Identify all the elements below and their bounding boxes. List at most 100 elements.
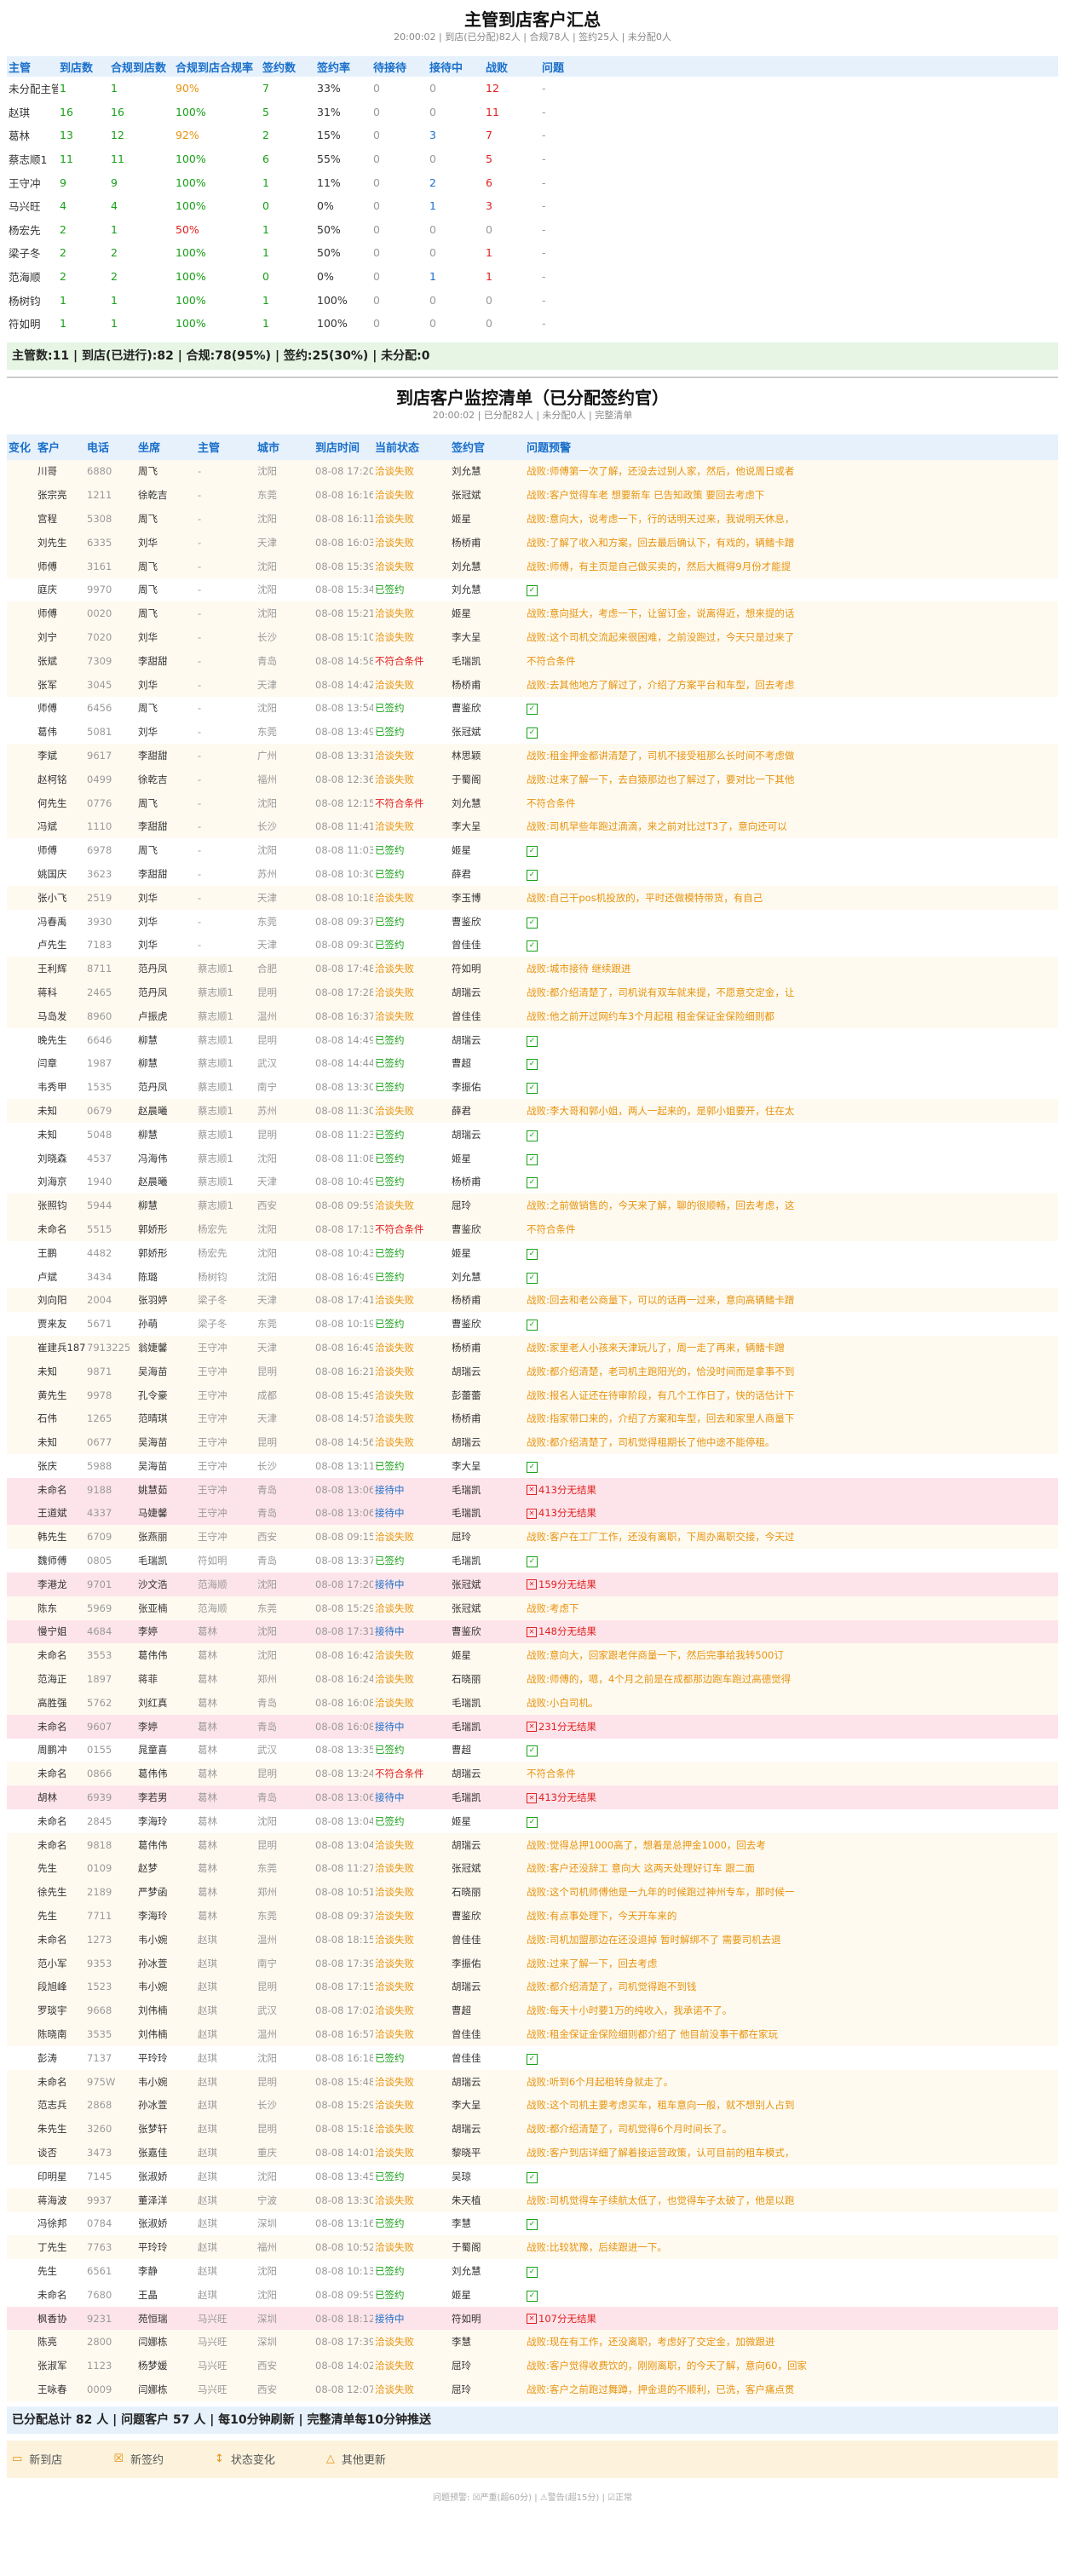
table-row[interactable]: 黄先生 9978 孔令豪 王守冲 成都 08-08 15:49 洽谈失败 彭蕾蕾 战败:报名人证… (7, 1383, 1058, 1407)
table-row[interactable]: 刘先生 6335 刘华 - 天津 08-08 16:03 洽谈失败 杨桥甫 战败:了解了收入和方… (7, 530, 1058, 555)
monitor-cell: 青岛 (257, 1791, 277, 1804)
table-row[interactable]: 范海正 1897 蒋菲 葛林 郑州 08-08 16:24 洽谈失败 石晓丽 战败:师傅的，嗯，… (7, 1667, 1058, 1691)
monitor-cell: 石伟 (37, 1412, 57, 1425)
table-row[interactable]: 蒋海波 9937 董泽洋 赵琪 宁波 08-08 13:30 洽谈失败 朱天植 战败:司机觉得车… (7, 2188, 1058, 2212)
table-row[interactable]: 蒋科 2465 范丹凤 蔡志顺1 昆明 08-08 17:28 洽谈失败 胡瑞云 战败:都介绍清… (7, 980, 1058, 1004)
table-row[interactable]: 张照钧 5944 柳慧 蔡志顺1 西安 08-08 09:59 洽谈失败 屈玲 战败:之前做销售… (7, 1193, 1058, 1218)
table-row[interactable]: 李港龙 9701 沙文浩 范海顺 沈阳 08-08 17:20 接待中 张冠斌 ✕ 159分无结果 (7, 1572, 1058, 1596)
table-row[interactable]: 张斌 7309 李甜甜 - 青岛 08-08 14:58 不符合条件 毛瑞凯 不符合条件 (7, 648, 1058, 673)
table-row[interactable]: 韩先生 6709 张燕丽 王守冲 西安 08-08 09:15 洽谈失败 屈玲 战败:客户在工厂… (7, 1525, 1058, 1550)
table-row[interactable]: 何先生 0776 周飞 - 沈阳 08-08 12:15 不符合条件 刘允慧 不符合条件 (7, 791, 1058, 815)
monitor-cell (7, 531, 36, 555)
table-row[interactable]: 马岛发 8960 卢振虎 蔡志顺1 温州 08-08 16:37 洽谈失败 曾佳佳 战败:他之前… (7, 1003, 1058, 1028)
table-row[interactable]: 庭庆 9970 周飞 - 沈阳 08-08 15:34 已签约 刘允慧 ✓ (7, 578, 1058, 602)
monitor-cell (7, 649, 36, 673)
table-row[interactable]: 高胜强 5762 刘红真 葛林 青岛 08-08 16:08 洽谈失败 毛瑞凯 战败:小白司机。 (7, 1690, 1058, 1715)
table-row[interactable]: 王道斌 4337 马婕馨 王守冲 青岛 08-08 13:06 接待中 毛瑞凯 ✕ 413分无结果 (7, 1501, 1058, 1526)
table-row[interactable]: 段旭峰 1523 韦小婉 赵琪 昆明 08-08 17:15 洽谈失败 胡瑞云 战败:都介绍清楚… (7, 1975, 1058, 1999)
table-row[interactable]: 陈晓南 3535 刘伟楠 赵琪 温州 08-08 16:57 洽谈失败 曾佳佳 战败:租金保证金… (7, 2022, 1058, 2046)
table-row[interactable]: 张军 3045 刘华 - 天津 08-08 14:42 洽谈失败 杨桥甫 战败:去其他地方了解过… (7, 672, 1058, 697)
table-row[interactable]: 胡林 6939 李若男 葛林 青岛 08-08 13:06 接待中 毛瑞凯 ✕ 413分无结果 (7, 1785, 1058, 1809)
table-row[interactable]: 未命名 9818 葛伟伟 葛林 昆明 08-08 13:04 洽谈失败 胡瑞云 战败:觉得总押1… (7, 1832, 1058, 1857)
table-row[interactable]: 未命名 3553 葛伟伟 葛林 沈阳 08-08 16:42 洽谈失败 姬星 战败:意向大，回家… (7, 1643, 1058, 1668)
table-row[interactable]: 丁先生 7763 平玲玲 赵琪 福州 08-08 10:52 洽谈失败 于蜀阁 战败:比较犹豫，… (7, 2235, 1058, 2260)
monitor-cell: - (198, 678, 202, 691)
table-row[interactable]: 陈亮 2800 闫娜栋 马兴旺 深圳 08-08 17:39 洽谈失败 李慧 战败:现在有工作，… (7, 2330, 1058, 2355)
table-row[interactable]: 冯斌 1110 李甜甜 - 长沙 08-08 11:41 洽谈失败 李大呈 战败:司机早些年跑过… (7, 814, 1058, 839)
table-row[interactable]: 周鹏冲 0155 晁童喜 葛林 武汉 08-08 13:35 已签约 曹超 ✓ (7, 1739, 1058, 1762)
table-row[interactable]: 未命名 975W 韦小婉 赵琪 昆明 08-08 15:48 洽谈失败 胡瑞云 战败:听到6个月… (7, 2069, 1058, 2094)
table-row[interactable]: 川哥 6880 周飞 - 沈阳 08-08 17:20 洽谈失败 刘允慧 战败:师傅第一次了解，… (7, 459, 1058, 484)
table-row[interactable]: 张淑军 1123 杨梦媛 马兴旺 西安 08-08 14:02 洽谈失败 屈玲 战败:客户觉得收… (7, 2354, 1058, 2378)
monitor-cell: 沈阳 (257, 513, 277, 526)
table-row[interactable]: 晚先生 6646 柳慧 蔡志顺1 昆明 08-08 14:49 已签约 胡瑞云 ✓ (7, 1028, 1058, 1052)
table-row[interactable]: 枫香协 9231 苑恒瑞 马兴旺 深圳 08-08 18:12 接待中 符如明 ✕ 107分无结果 (7, 2306, 1058, 2331)
table-row[interactable]: 未命名 9607 李婷 葛林 青岛 08-08 16:08 接待中 毛瑞凯 ✕ 231分无结果 (7, 1714, 1058, 1739)
table-row[interactable]: 张宗亮 1211 徐乾吉 - 东莞 08-08 16:16 洽谈失败 张冠斌 战败:客户觉得车老… (7, 483, 1058, 508)
issue-cell: ✕ 159分无结果 (525, 1573, 1058, 1596)
table-row[interactable]: 刘向阳 2004 张羽婷 梁子冬 天津 08-08 17:41 洽谈失败 杨桥甫 战败:回去和老… (7, 1288, 1058, 1313)
table-row[interactable]: 卢斌 3434 陈璐 杨树钧 沈阳 08-08 16:49 已签约 刘允慧 ✓ (7, 1265, 1058, 1289)
table-row[interactable]: 赵柯铭 0499 徐乾吉 - 福州 08-08 12:36 洽谈失败 于蜀阁 战败:过来了解一下… (7, 767, 1058, 791)
monitor-cell: 姬星 (452, 1814, 471, 1827)
table-row[interactable]: 未知 9871 吴海苗 王守冲 昆明 08-08 16:21 洽谈失败 胡瑞云 战败:都介绍清楚… (7, 1359, 1058, 1383)
table-row[interactable]: 宫程 5308 周飞 - 沈阳 08-08 16:11 洽谈失败 姬星 战败:意向大，说考虑一下… (7, 507, 1058, 531)
table-row[interactable]: 先生 0109 赵梦 葛林 东莞 08-08 11:27 洽谈失败 张冠斌 战败:客户还没辞工 … (7, 1856, 1058, 1881)
monitor-cell: 马兴旺 (198, 2336, 227, 2349)
table-row[interactable]: 慢宁姐 4684 李婷 葛林 沈阳 08-08 17:31 接待中 曹鉴欣 ✕ 148分无结果 (7, 1619, 1058, 1644)
table-row[interactable]: 张庆 5988 吴海苗 王守冲 长沙 08-08 13:11 已签约 李大呈 ✓ (7, 1454, 1058, 1478)
summary-row: 杨树钧 1 1 100% 1 100% 0 0 0 - (7, 288, 1058, 312)
table-row[interactable]: 未命名 0866 葛伟伟 葛林 昆明 08-08 13:24 不符合条件 胡瑞云 不符合条件 (7, 1762, 1058, 1786)
table-row[interactable]: 未知 0677 吴海苗 王守冲 昆明 08-08 14:56 洽谈失败 胡瑞云 战败:都介绍清楚… (7, 1430, 1058, 1454)
monitor-cell: 川哥 (37, 465, 57, 478)
table-row[interactable]: 未知 5048 柳慧 蔡志顺1 昆明 08-08 11:23 已签约 胡瑞云 ✓ (7, 1123, 1058, 1147)
table-row[interactable]: 魏师傅 0805 毛瑞凯 符如明 青岛 08-08 13:37 已签约 毛瑞凯 ✓ (7, 1549, 1058, 1573)
table-row[interactable]: 葛伟 5081 刘华 - 东莞 08-08 13:49 已签约 张冠斌 ✓ (7, 720, 1058, 744)
table-row[interactable]: 未命名 5515 郭娇形 杨宏先 沈阳 08-08 17:13 不符合条件 曹鉴欣 不符合条件 (7, 1217, 1058, 1241)
table-row[interactable]: 冯春禹 3930 刘华 - 东莞 08-08 09:37 已签约 曹鉴欣 ✓ (7, 910, 1058, 934)
table-row[interactable]: 张小飞 2519 刘华 - 天津 08-08 10:18 洽谈失败 李玉博 战败:自己干pos机… (7, 885, 1058, 910)
table-row[interactable]: 罗琰宇 9668 刘伟楠 赵琪 武汉 08-08 17:02 洽谈失败 曹超 战败:每天十小时要… (7, 1998, 1058, 2023)
table-row[interactable]: 未知 0679 赵晨曦 蔡志顺1 苏州 08-08 11:30 洽谈失败 薛君 战败:李大哥和郭… (7, 1099, 1058, 1123)
table-row[interactable]: 徐先生 2189 严梦函 葛林 郑州 08-08 10:51 洽谈失败 石晓丽 战败:这个司机师… (7, 1880, 1058, 1905)
table-row[interactable]: 冯徐邦 0784 张淑娇 赵琪 深圳 08-08 13:16 已签约 李慧 ✓ (7, 2212, 1058, 2236)
table-row[interactable]: 谈否 3473 张嘉佳 赵琪 重庆 08-08 14:01 洽谈失败 黎晓平 战败:客户到店详细… (7, 2141, 1058, 2165)
issue-cell: 战败:觉得总押1000高了，想着是总押金1000，回去考 (525, 1833, 1058, 1857)
monitor-cell: 2868 (87, 2099, 112, 2112)
table-row[interactable]: 石伟 1265 范晴琪 王守冲 天津 08-08 14:57 洽谈失败 杨桥甫 战败:指家带口来… (7, 1406, 1058, 1431)
table-row[interactable]: 未命名 2845 李海玲 葛林 沈阳 08-08 13:04 已签约 姬星 ✓ (7, 1809, 1058, 1833)
monitor-cell: 不符合条件 (375, 1222, 424, 1235)
table-row[interactable]: 未命名 1273 韦小婉 赵琪 温州 08-08 18:15 洽谈失败 曾佳佳 战败:司机加盟那… (7, 1927, 1058, 1952)
table-row[interactable]: 范志兵 2868 孙冰萱 赵琪 长沙 08-08 15:29 洽谈失败 李大呈 战败:这个司机主… (7, 2093, 1058, 2118)
table-row[interactable]: 刘宁 7020 刘华 - 长沙 08-08 15:10 洽谈失败 李大呈 战败:这个司机交流起来… (7, 625, 1058, 649)
table-row[interactable]: 闫章 1987 柳慧 蔡志顺1 武汉 08-08 14:44 已签约 曹超 ✓ (7, 1051, 1058, 1075)
table-row[interactable]: 姚国庆 3623 李甜甜 - 苏州 08-08 10:30 已签约 薛君 ✓ (7, 862, 1058, 886)
table-row[interactable]: 贾来友 5671 孙萌 梁子冬 东莞 08-08 10:19 已签约 曹鉴欣 ✓ (7, 1312, 1058, 1336)
table-row[interactable]: 印明星 7145 张淑娇 赵琪 沈阳 08-08 13:45 已签约 吴琼 ✓ (7, 2165, 1058, 2188)
table-row[interactable]: 师傅 6978 周飞 - 沈阳 08-08 11:03 已签约 姬星 ✓ (7, 838, 1058, 862)
table-row[interactable]: 师傅 3161 周飞 - 沈阳 08-08 15:39 洽谈失败 刘允慧 战败:师傅，有主页是自… (7, 554, 1058, 578)
table-row[interactable]: 卢先生 7183 刘华 - 天津 08-08 09:30 已签约 曾佳佳 ✓ (7, 933, 1058, 957)
table-row[interactable]: 王利辉 8711 范丹凤 蔡志顺1 合肥 08-08 17:48 洽谈失败 符如明 战败:城市接… (7, 957, 1058, 981)
table-row[interactable]: 李斌 9617 李甜甜 - 广州 08-08 13:31 洽谈失败 林思颖 战败:租金押金都讲清… (7, 744, 1058, 768)
monitor-cell: 李甜甜 (138, 749, 168, 762)
table-row[interactable]: 未命名 9188 姚慧茹 王守冲 青岛 08-08 13:06 接待中 毛瑞凯 ✕ 413分无结果 (7, 1477, 1058, 1502)
table-row[interactable]: 先生 7711 李海玲 葛林 东莞 08-08 09:37 洽谈失败 曹鉴欣 战败:有点事处理下… (7, 1904, 1058, 1928)
monitor-cell (7, 1217, 36, 1241)
table-row[interactable]: 师傅 0020 周飞 - 沈阳 08-08 15:21 洽谈失败 姬星 战败:意向挺大，考虑一下… (7, 601, 1058, 626)
table-row[interactable]: 王咏春 0009 闫娜栋 马兴旺 西安 08-08 12:07 洽谈失败 屈玲 战败:客户之前跑… (7, 2378, 1058, 2401)
table-row[interactable]: 未命名 7680 王晶 赵琪 沈阳 08-08 09:59 已签约 姬星 ✓ (7, 2283, 1058, 2307)
table-row[interactable]: 王鹏 4482 郭娇形 杨宏先 沈阳 08-08 10:43 已签约 姬星 ✓ (7, 1241, 1058, 1265)
table-row[interactable]: 师傅 6456 周飞 - 沈阳 08-08 13:54 已签约 曹鉴欣 ✓ (7, 697, 1058, 721)
table-row[interactable]: 彭涛 7137 平玲玲 赵琪 沈阳 08-08 16:18 已签约 曾佳佳 ✓ (7, 2046, 1058, 2070)
table-row[interactable]: 崔建兵18707913225 翁婕馨 王守冲 天津 08-08 16:49洽谈失败 杨桥甫… (7, 1336, 1058, 1360)
monitor-cell: 张羽婷 (138, 1294, 168, 1307)
table-row[interactable]: 刘晓森 4537 冯海伟 蔡志顺1 沈阳 08-08 11:08 已签约 姬星 ✓ (7, 1147, 1058, 1170)
table-row[interactable]: 韦秀甲 1535 范丹凤 蔡志顺1 南宁 08-08 13:30 已签约 李振佑 ✓ (7, 1075, 1058, 1099)
table-row[interactable]: 先生 6561 李静 赵琪 沈阳 08-08 10:13 已签约 刘允慧 ✓ (7, 2259, 1058, 2283)
table-row[interactable]: 范小军 9353 孙冰萱 赵琪 南宁 08-08 17:39 洽谈失败 李振佑 战败:过来了解一… (7, 1951, 1058, 1975)
monitor-cell: 赵晨曦 (138, 1176, 168, 1188)
table-row[interactable]: 朱先生 3260 张梦轩 赵琪 昆明 08-08 15:18 洽谈失败 胡瑞云 战败:都介绍清楚… (7, 2117, 1058, 2142)
table-row[interactable]: 陈东 5969 张亚楠 范海顺 东莞 08-08 15:29 洽谈失败 张冠斌 战败:考虑下 (7, 1596, 1058, 1620)
table-row[interactable]: 刘海京 1940 赵晨曦 蔡志顺1 天津 08-08 10:49 已签约 杨桥甫 ✓ (7, 1170, 1058, 1193)
